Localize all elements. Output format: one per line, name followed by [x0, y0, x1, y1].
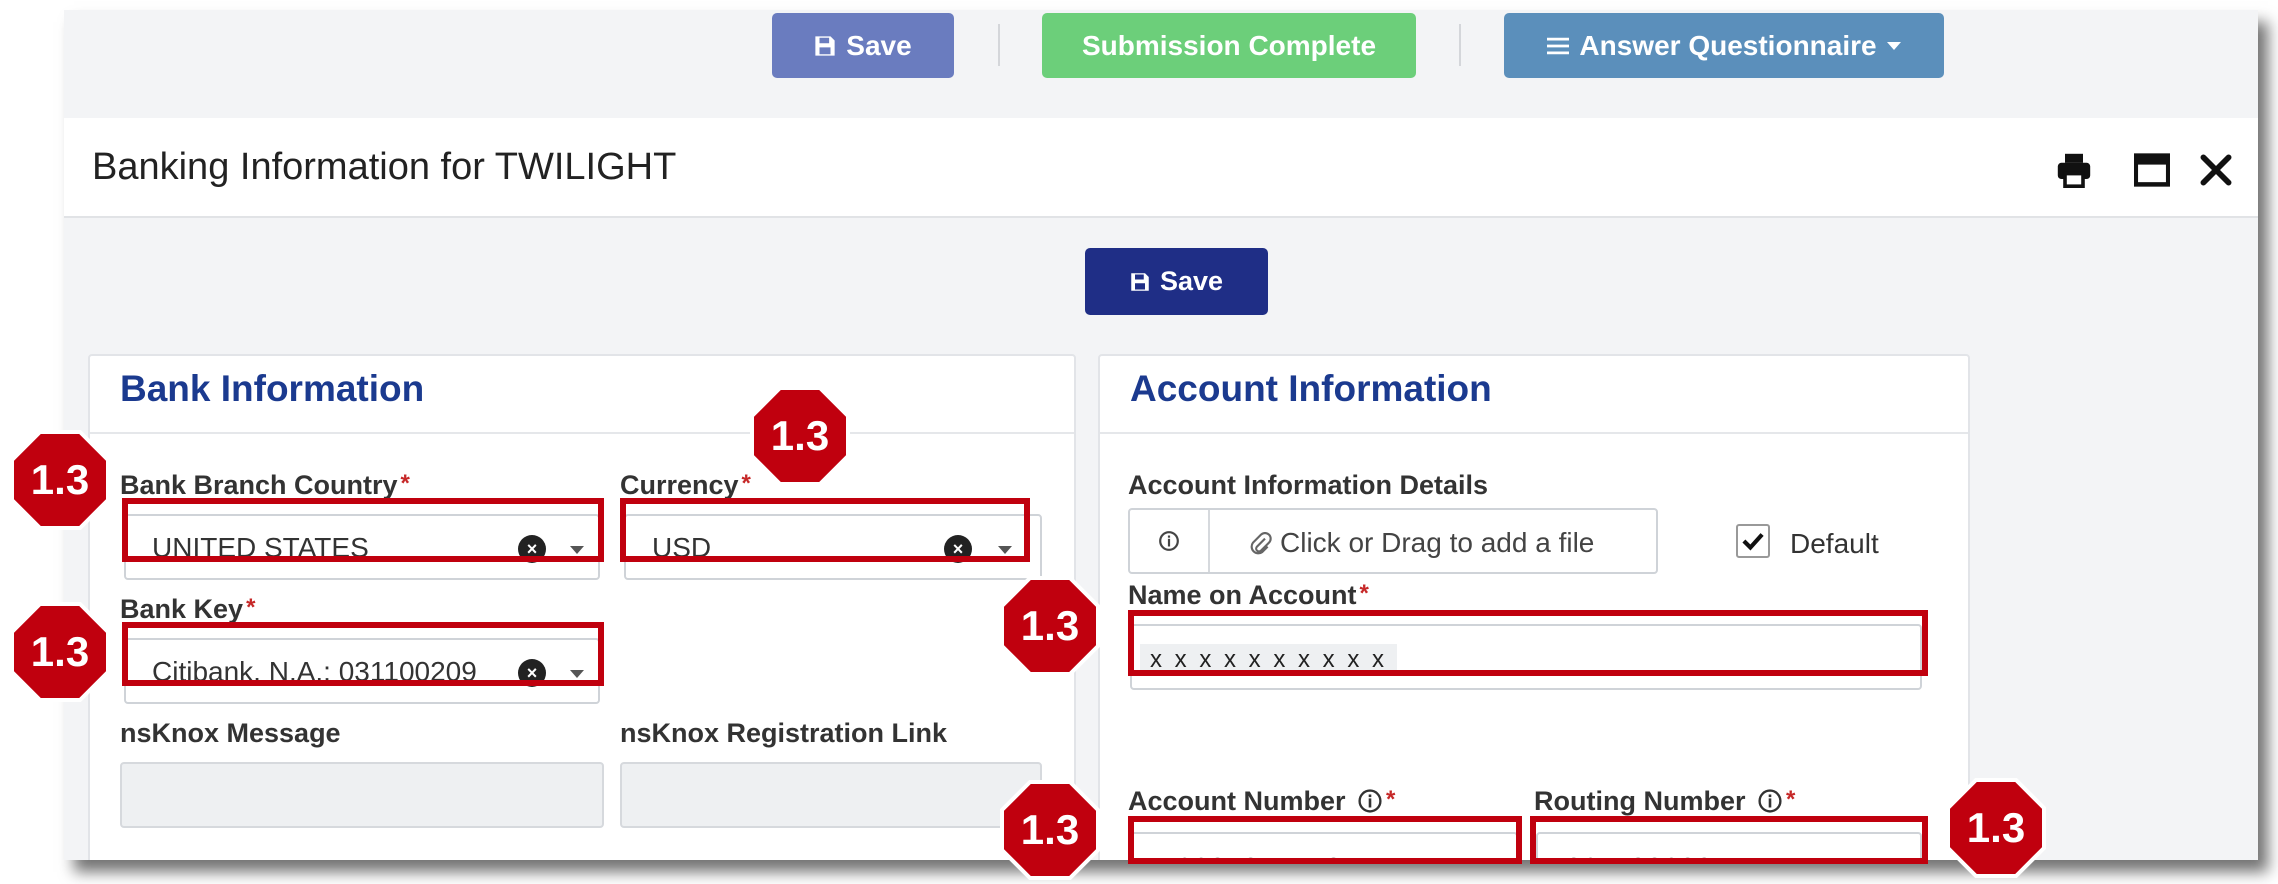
submission-complete-label: Submission Complete — [1081, 29, 1377, 61]
required-asterisk: * — [1386, 786, 1396, 813]
info-icon[interactable] — [1357, 788, 1383, 814]
default-checkbox[interactable] — [1736, 524, 1770, 558]
nsknox-link-field — [620, 762, 1042, 828]
print-icon[interactable] — [2056, 152, 2092, 188]
required-asterisk: * — [246, 594, 256, 621]
card-divider — [1100, 432, 1968, 434]
bank-key-label: Bank Key * — [120, 594, 255, 625]
default-label: Default — [1790, 528, 1879, 559]
toolbar-separator — [1459, 24, 1461, 66]
dialog-header: Banking Information for TWILIGHT — [64, 118, 2258, 218]
upload-prompt: Click or Drag to add a file — [1280, 527, 1595, 558]
account-information-title: Account Information — [1130, 368, 1492, 409]
highlight-name-on-account — [1128, 610, 1928, 676]
highlight-account-number — [1128, 816, 1522, 864]
banking-dialog: Banking Information for TWILIGHT Save Ba… — [64, 118, 2258, 860]
app-window: Save Submission Complete Answer Question… — [64, 10, 2258, 860]
account-number-label-text: Account Number — [1128, 786, 1346, 816]
badge-label: 1.3 — [30, 456, 90, 503]
name-on-account-label-text: Name on Account — [1128, 580, 1357, 610]
dialog-save-label: Save — [1159, 266, 1224, 296]
routing-number-label: Routing Number * — [1534, 786, 1795, 817]
nsknox-link-label: nsKnox Registration Link — [620, 718, 948, 748]
bank-key-label-text: Bank Key — [120, 594, 244, 624]
file-upload-dropzone[interactable]: Click or Drag to add a file — [1128, 508, 1658, 574]
annotation-badge: 1.3 — [1000, 780, 1100, 880]
annotation-badge: 1.3 — [10, 430, 110, 530]
info-icon[interactable] — [1757, 788, 1783, 814]
badge-label: 1.3 — [30, 628, 90, 675]
answer-questionnaire-button[interactable]: Answer Questionnaire — [1504, 13, 1944, 78]
highlight-bank-key — [122, 622, 604, 686]
required-asterisk: * — [400, 470, 410, 497]
bank-information-title: Bank Information — [120, 368, 425, 409]
card-divider — [90, 432, 1074, 434]
top-toolbar: Save Submission Complete Answer Question… — [64, 10, 2258, 118]
info-icon — [1159, 531, 1179, 551]
account-details-label: Account Information Details — [1128, 470, 1489, 500]
bank-branch-country-label: Bank Branch Country * — [120, 470, 410, 501]
currency-label: Currency * — [620, 470, 751, 501]
floppy-icon — [815, 35, 835, 56]
screenshot-canvas: Save Submission Complete Answer Question… — [0, 0, 2278, 884]
bank-information-card: Bank Information Bank Branch Country * UN… — [88, 354, 1076, 860]
required-asterisk: * — [1786, 786, 1796, 813]
annotation-badge: 1.3 — [10, 602, 110, 702]
menu-icon — [1547, 37, 1570, 54]
badge-label: 1.3 — [1966, 804, 2026, 851]
name-on-account-label: Name on Account * — [1128, 580, 1369, 611]
checkmark-icon — [1742, 533, 1764, 551]
close-icon[interactable] — [2198, 152, 2234, 188]
highlight-currency — [620, 498, 1030, 562]
account-number-label: Account Number * — [1128, 786, 1395, 817]
highlight-routing-number — [1530, 816, 1928, 864]
routing-number-label-text: Routing Number — [1534, 786, 1746, 816]
dialog-save-button[interactable]: Save — [1085, 248, 1268, 315]
highlight-bank-branch-country — [122, 498, 604, 562]
toolbar-save-label: Save — [846, 29, 912, 61]
nsknox-message-label: nsKnox Message — [120, 718, 341, 748]
answer-questionnaire-label: Answer Questionnaire — [1579, 29, 1877, 61]
paperclip-icon — [1250, 532, 1272, 555]
upload-info-section[interactable] — [1130, 510, 1210, 572]
maximize-icon[interactable] — [2134, 152, 2170, 188]
account-information-card: Account Information Account Information … — [1098, 354, 1970, 860]
currency-label-text: Currency — [620, 470, 739, 500]
submission-complete-button[interactable]: Submission Complete — [1042, 13, 1416, 78]
annotation-badge: 1.3 — [750, 386, 850, 486]
annotation-badge: 1.3 — [1000, 576, 1100, 676]
bank-branch-country-label-text: Bank Branch Country — [120, 470, 398, 500]
badge-label: 1.3 — [1020, 806, 1080, 853]
floppy-icon — [1131, 272, 1149, 291]
badge-label: 1.3 — [770, 412, 830, 459]
annotation-badge: 1.3 — [1946, 778, 2046, 878]
dialog-title: Banking Information for TWILIGHT — [92, 146, 677, 188]
required-asterisk: * — [1359, 580, 1369, 607]
toolbar-save-button[interactable]: Save — [772, 13, 954, 78]
nsknox-message-field — [120, 762, 604, 828]
toolbar-separator — [998, 24, 1000, 66]
badge-label: 1.3 — [1020, 602, 1080, 649]
chevron-down-icon — [1886, 41, 1901, 50]
